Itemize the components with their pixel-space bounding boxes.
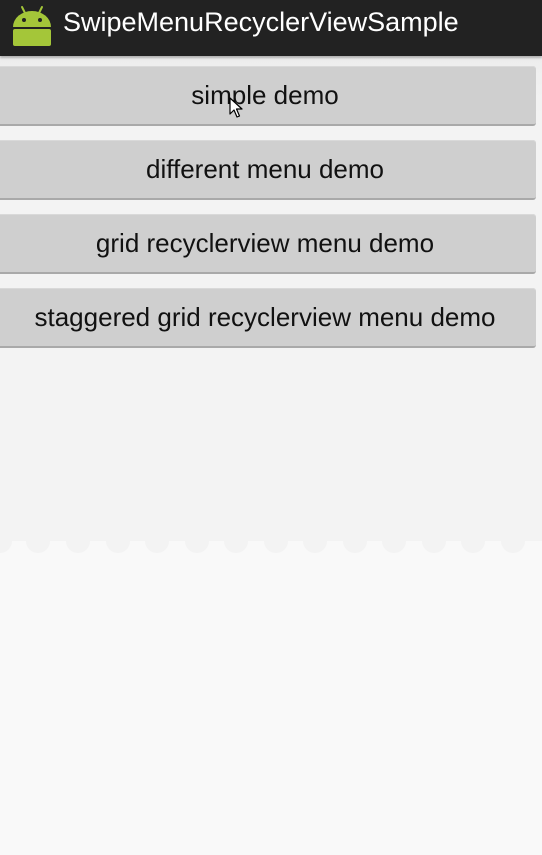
app-screen: SwipeMenuRecyclerViewSample simple demo …: [0, 0, 542, 855]
content-bottom-edge: [0, 525, 542, 553]
different-menu-demo-button[interactable]: different menu demo: [0, 140, 536, 200]
staggered-grid-recyclerview-menu-demo-button[interactable]: staggered grid recyclerview menu demo: [0, 288, 536, 348]
android-robot-icon: [13, 6, 51, 46]
simple-demo-button[interactable]: simple demo: [0, 66, 536, 126]
app-title: SwipeMenuRecyclerViewSample: [63, 7, 459, 37]
action-bar: SwipeMenuRecyclerViewSample: [0, 0, 542, 56]
grid-recyclerview-menu-demo-button[interactable]: grid recyclerview menu demo: [0, 214, 536, 274]
